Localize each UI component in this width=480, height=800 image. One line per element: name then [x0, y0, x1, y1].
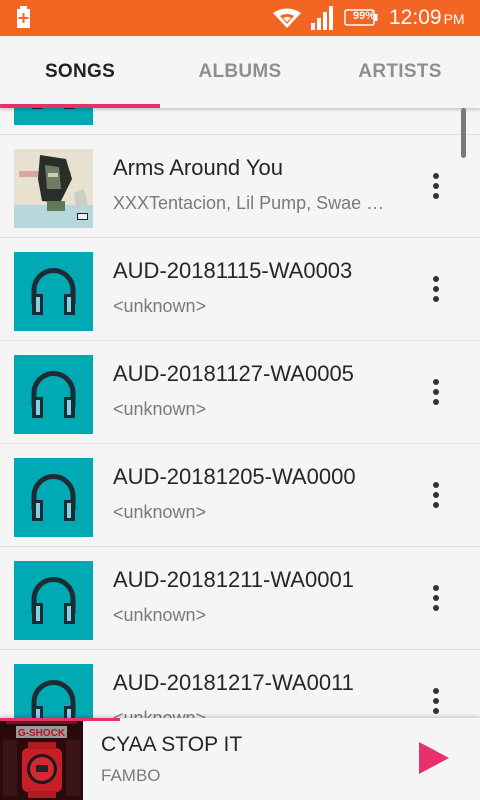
song-title: AUD-20181127-WA0005: [113, 361, 354, 386]
battery-percent: 99%: [353, 10, 376, 22]
playback-progress-fill: [0, 718, 120, 721]
headphones-icon: [14, 561, 93, 640]
album-art-logo-text: G-SHOCK: [18, 728, 66, 739]
now-playing-title: CYAA STOP IT: [101, 733, 243, 756]
clock: 12:09 PM: [389, 6, 465, 29]
more-options-icon[interactable]: [424, 681, 448, 718]
tab-bar: SONGS ALBUMS ARTISTS: [0, 36, 480, 108]
battery-saver-icon: [17, 6, 30, 28]
song-thumbnail: [14, 149, 93, 228]
headphones-icon: [14, 355, 93, 434]
album-cover-art: [14, 149, 93, 228]
song-artist: <unknown>: [113, 605, 207, 625]
signal-icon: [311, 6, 333, 30]
tab-albums[interactable]: ALBUMS: [160, 36, 320, 108]
headphones-icon: [14, 458, 93, 537]
song-row[interactable]: AUD-20181115-WA0003 <unknown>: [0, 238, 480, 341]
song-row[interactable]: AUD-20181127-WA0005 <unknown>: [0, 341, 480, 444]
song-artist: <unknown>: [113, 708, 207, 718]
more-options-icon[interactable]: [424, 269, 448, 309]
song-artist: <unknown>: [113, 296, 207, 316]
song-thumbnail: [14, 664, 93, 718]
song-thumbnail: [14, 108, 93, 125]
more-options-icon[interactable]: [424, 475, 448, 515]
song-thumbnail: [14, 458, 93, 537]
more-options-icon[interactable]: [424, 372, 448, 412]
playback-progress[interactable]: [0, 718, 480, 721]
song-artist: <unknown>: [113, 399, 207, 419]
tab-indicator: [0, 104, 160, 108]
song-row[interactable]: <unknown>: [0, 108, 480, 135]
song-row[interactable]: Arms Around You XXXTentacion, Lil Pump, S…: [0, 135, 480, 238]
now-playing-bar[interactable]: G-SHOCK CYAA STOP IT FAMBO: [0, 718, 480, 800]
song-artist: <unknown>: [113, 502, 207, 522]
tab-songs[interactable]: SONGS: [0, 36, 160, 108]
now-playing-artist: FAMBO: [101, 766, 161, 785]
song-thumbnail: [14, 561, 93, 640]
song-list[interactable]: <unknown> Arms Around You XXXTentacion, Li…: [0, 108, 480, 718]
status-bar: 99% 12:09 PM: [0, 0, 480, 36]
song-artist: <unknown>: [113, 108, 391, 111]
now-playing-album-art: G-SHOCK: [0, 718, 83, 800]
song-title: Arms Around You: [113, 155, 284, 180]
song-thumbnail: [14, 252, 93, 331]
song-title: AUD-20181115-WA0003: [113, 258, 353, 283]
song-row[interactable]: AUD-20181205-WA0000 <unknown>: [0, 444, 480, 547]
song-title: AUD-20181211-WA0001: [113, 567, 354, 592]
headphones-icon: [14, 252, 93, 331]
song-title: AUD-20181205-WA0000: [113, 464, 356, 489]
wifi-icon: [273, 8, 301, 28]
headphones-icon: [14, 664, 93, 718]
song-title: AUD-20181217-WA0011: [113, 670, 354, 695]
song-artist: XXXTentacion, Lil Pump, Swae Lee & Malum…: [113, 193, 391, 213]
play-button[interactable]: [417, 740, 451, 776]
scrollbar[interactable]: [461, 108, 466, 158]
more-options-icon[interactable]: [424, 166, 448, 206]
tab-artists[interactable]: ARTISTS: [320, 36, 480, 108]
headphones-icon: [14, 108, 93, 125]
song-row[interactable]: AUD-20181217-WA0011 <unknown>: [0, 650, 480, 718]
song-thumbnail: [14, 355, 93, 434]
song-row[interactable]: AUD-20181211-WA0001 <unknown>: [0, 547, 480, 650]
more-options-icon[interactable]: [424, 578, 448, 618]
